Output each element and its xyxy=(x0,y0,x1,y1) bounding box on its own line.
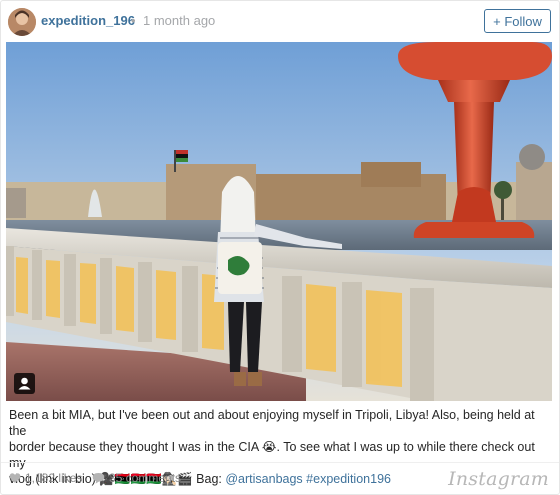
instagram-embed: expedition_196 • 1 month ago + Follow Be… xyxy=(0,0,560,495)
post-header: expedition_196 • 1 month ago + Follow xyxy=(1,1,559,41)
username-link[interactable]: expedition_196 xyxy=(41,13,135,28)
heart-icon xyxy=(9,473,21,483)
post-timestamp[interactable]: 1 month ago xyxy=(143,13,215,28)
avatar-image xyxy=(8,8,36,36)
instagram-logo[interactable]: Instagram xyxy=(448,468,549,490)
post-photo[interactable] xyxy=(6,42,552,401)
separator-dot: • xyxy=(131,13,136,28)
comment-bubble-icon xyxy=(92,473,105,484)
avatar[interactable] xyxy=(8,8,36,36)
follow-button[interactable]: + Follow xyxy=(484,9,551,33)
user-tag-button[interactable] xyxy=(14,373,35,394)
caption-line: Been a bit MIA, but I've been out and ab… xyxy=(9,408,535,438)
likes-count[interactable]: 1,182 likes xyxy=(25,471,82,485)
comments-count[interactable]: 35 comments xyxy=(109,471,181,485)
person-icon xyxy=(18,377,31,390)
photo-illustration xyxy=(6,42,552,401)
post-footer: 1,182 likes 35 comments Instagram xyxy=(1,462,559,494)
